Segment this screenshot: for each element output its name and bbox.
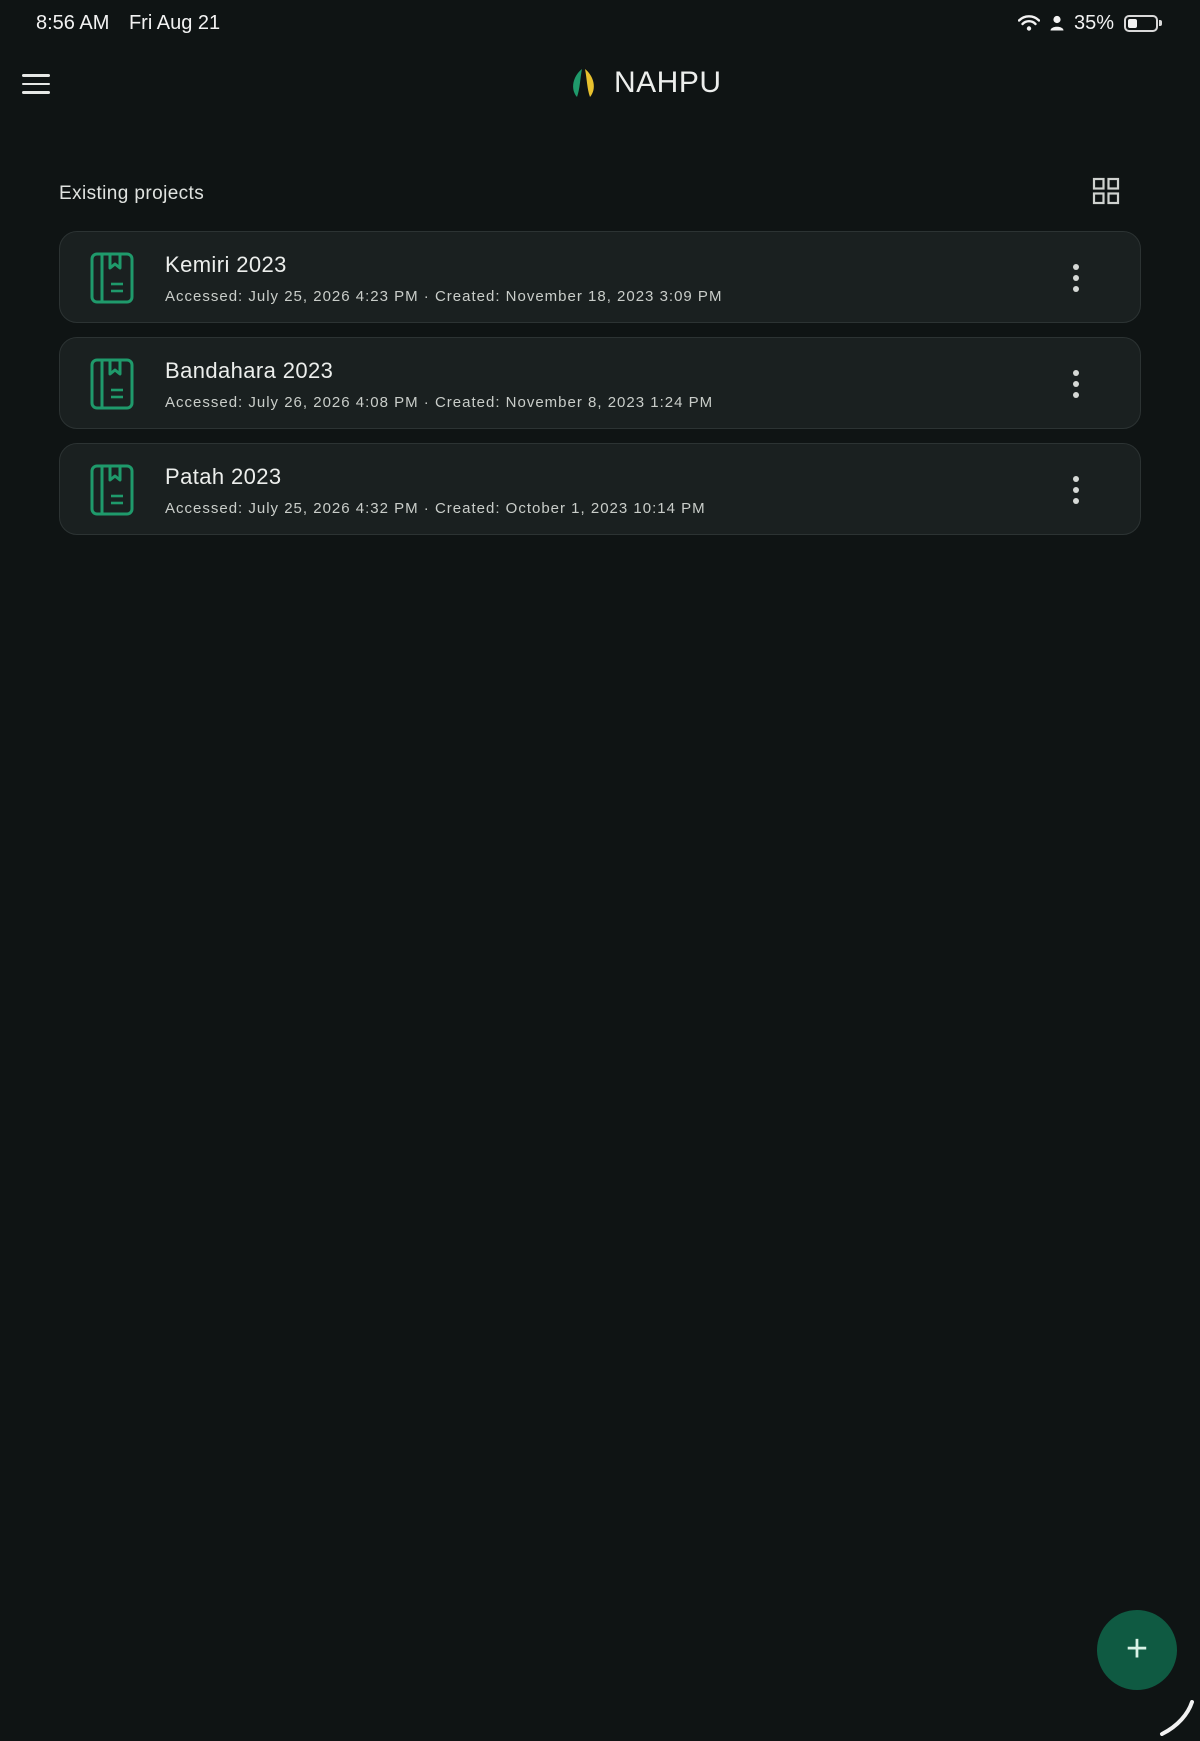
app-screen: 8:56 AM Fri Aug 21 35% NAHPU Existing pr…: [0, 0, 1200, 1741]
project-card[interactable]: Bandahara 2023 Accessed: July 26, 2026 4…: [59, 337, 1141, 429]
battery-icon: [1124, 14, 1162, 32]
project-card[interactable]: Patah 2023 Accessed: July 25, 2026 4:32 …: [59, 443, 1141, 535]
project-meta: Accessed: July 25, 2026 4:32 PM · Create…: [165, 500, 706, 517]
project-meta: Accessed: July 26, 2026 4:08 PM · Create…: [165, 394, 714, 411]
project-meta: Accessed: July 25, 2026 4:23 PM · Create…: [165, 288, 723, 305]
project-book-icon: [90, 464, 134, 516]
app-bar: NAHPU: [0, 56, 1200, 116]
project-book-icon: [90, 358, 134, 410]
project-card[interactable]: Kemiri 2023 Accessed: July 25, 2026 4:23…: [59, 231, 1141, 323]
grid-view-icon[interactable]: [1091, 176, 1121, 206]
corner-gesture-icon: [1160, 1700, 1194, 1736]
person-icon: [1050, 15, 1064, 31]
project-name: Kemiri 2023: [165, 252, 287, 277]
status-right: 35%: [1017, 11, 1162, 35]
project-name: Bandahara 2023: [165, 358, 334, 383]
wifi-icon: [1017, 15, 1040, 31]
app-title: NAHPU: [614, 66, 722, 99]
more-vert-icon[interactable]: [1070, 264, 1082, 292]
project-name: Patah 2023: [165, 464, 282, 489]
add-project-button[interactable]: +: [1097, 1610, 1177, 1690]
project-list: Kemiri 2023 Accessed: July 25, 2026 4:23…: [59, 231, 1141, 549]
brand: NAHPU: [568, 66, 722, 100]
section-header: Existing projects: [59, 176, 1120, 216]
more-vert-icon[interactable]: [1070, 476, 1082, 504]
status-date: Fri Aug 21: [128, 11, 221, 34]
status-time: 8:56 AM: [36, 11, 110, 34]
more-vert-icon[interactable]: [1070, 370, 1082, 398]
hamburger-menu-icon[interactable]: [22, 66, 58, 102]
leaf-logo-icon: [573, 69, 594, 97]
project-book-icon: [90, 252, 134, 304]
battery-percent: 35%: [1073, 11, 1114, 34]
section-title: Existing projects: [59, 183, 205, 204]
status-bar: 8:56 AM Fri Aug 21 35%: [0, 0, 1200, 46]
add-icon: +: [1125, 1628, 1149, 1670]
status-left: 8:56 AM Fri Aug 21: [36, 12, 234, 35]
